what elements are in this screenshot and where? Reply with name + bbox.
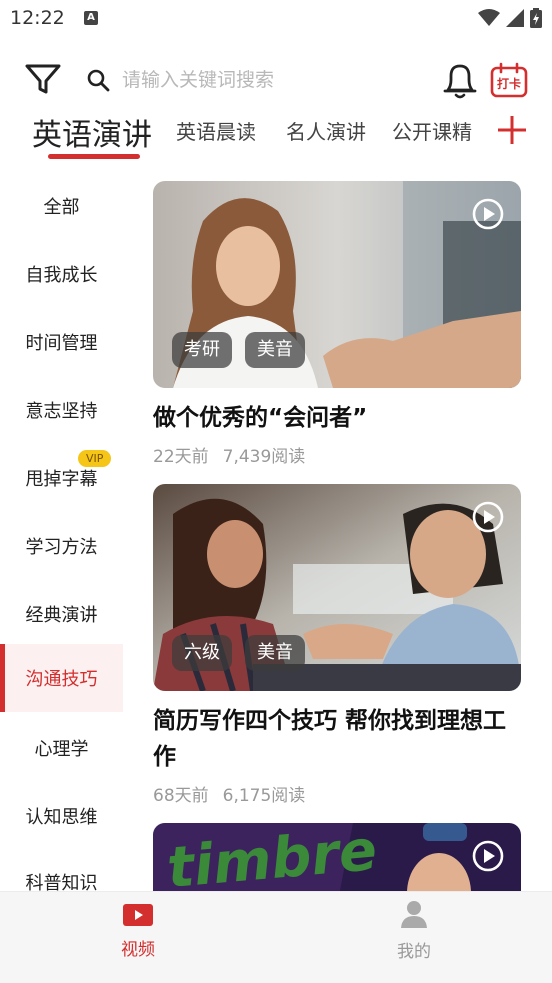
- video-reads: 6,175阅读: [222, 786, 306, 806]
- sidebar-item-label: 全部: [43, 197, 80, 218]
- nav-label: 我的: [397, 942, 431, 962]
- tag-label: 考研: [172, 332, 232, 368]
- bottom-nav: 视频 我的: [0, 891, 552, 983]
- sidebar-item-all[interactable]: 全部: [0, 172, 123, 240]
- play-icon[interactable]: [472, 198, 504, 230]
- bell-icon[interactable]: [442, 60, 478, 100]
- video-thumbnail[interactable]: 考研 美音: [153, 181, 521, 388]
- sidebar-item-classic-speeches[interactable]: 经典演讲: [0, 580, 123, 648]
- sidebar-item-label: 自我成长: [25, 265, 98, 286]
- tab-open-course[interactable]: 公开课精: [392, 116, 472, 145]
- video-meta: 22天前 7,439阅读: [153, 442, 521, 467]
- status-icons: [478, 8, 542, 28]
- category-tabs: 英语演讲 英语晨读 名人演讲 公开课精: [0, 108, 552, 164]
- status-bar: 12:22 A: [0, 0, 552, 38]
- status-time: 12:22: [10, 7, 65, 29]
- active-tab-indicator: [48, 154, 140, 159]
- play-icon[interactable]: [472, 501, 504, 533]
- battery-icon: [530, 8, 542, 28]
- sidebar-item-label: 学习方法: [25, 537, 98, 558]
- add-tab-icon[interactable]: [496, 114, 528, 146]
- video-meta: 68天前 6,175阅读: [153, 781, 521, 806]
- tab-celebrity-speech[interactable]: 名人演讲: [286, 116, 366, 145]
- sidebar-item-self-growth[interactable]: 自我成长: [0, 240, 123, 308]
- signal-icon: [506, 9, 524, 27]
- nav-item-profile[interactable]: 我的: [364, 900, 464, 962]
- video-icon: [123, 904, 153, 926]
- header: 打卡: [0, 52, 552, 108]
- video-reads: 7,439阅读: [222, 447, 306, 467]
- thumbnail-text: timbre: [164, 823, 380, 891]
- tab-english-morning-reading[interactable]: 英语晨读: [176, 116, 256, 145]
- nav-label: 视频: [121, 940, 155, 960]
- sidebar-item-willpower[interactable]: 意志坚持: [0, 376, 123, 444]
- checkin-label: 打卡: [496, 77, 521, 91]
- video-card[interactable]: 考研 美音 做个优秀的“会问者” 22天前 7,439阅读: [153, 181, 521, 467]
- sidebar-item-label: 时间管理: [25, 333, 98, 354]
- vip-badge: VIP: [78, 450, 112, 467]
- play-icon[interactable]: [472, 840, 504, 872]
- sidebar-item-label: 意志坚持: [25, 401, 98, 422]
- sidebar-item-label: 甩掉字幕: [25, 469, 98, 490]
- tag-label: 六级: [172, 635, 232, 671]
- sidebar-item-label: 心理学: [34, 739, 89, 760]
- sidebar-item-label: 沟通技巧: [25, 669, 98, 690]
- sidebar-item-label: 认知思维: [25, 807, 98, 828]
- sidebar-item-communication-skills[interactable]: 沟通技巧: [0, 644, 123, 712]
- search-icon: [87, 69, 110, 92]
- wifi-icon: [478, 9, 500, 26]
- video-thumbnail[interactable]: timbre: [153, 823, 521, 891]
- sidebar: 全部 自我成长 时间管理 意志坚持 甩掉字幕 VIP 学习方法 经典演讲 沟通技…: [0, 172, 123, 894]
- tag-label: 美音: [245, 332, 305, 368]
- tab-english-speech[interactable]: 英语演讲: [32, 110, 152, 154]
- sidebar-item-time-management[interactable]: 时间管理: [0, 308, 123, 376]
- sidebar-item-study-methods[interactable]: 学习方法: [0, 512, 123, 580]
- video-card[interactable]: timbre: [153, 823, 521, 891]
- notification-a-icon: A: [84, 11, 98, 25]
- user-icon: [401, 901, 427, 928]
- search-input[interactable]: [122, 64, 412, 96]
- video-title[interactable]: 做个优秀的“会问者”: [153, 400, 521, 436]
- sidebar-item-no-subtitles[interactable]: 甩掉字幕 VIP: [0, 444, 123, 512]
- sidebar-item-label: 经典演讲: [25, 605, 98, 626]
- video-time: 68天前: [153, 786, 209, 806]
- video-title[interactable]: 简历写作四个技巧 帮你找到理想工作: [153, 703, 521, 775]
- checkin-calendar-icon[interactable]: 打卡: [490, 62, 528, 98]
- sidebar-item-psychology[interactable]: 心理学: [0, 714, 123, 782]
- video-thumbnail[interactable]: 六级 美音: [153, 484, 521, 691]
- filter-icon[interactable]: [24, 62, 62, 96]
- video-card[interactable]: 六级 美音 简历写作四个技巧 帮你找到理想工作 68天前 6,175阅读: [153, 484, 521, 806]
- video-time: 22天前: [153, 447, 209, 467]
- sidebar-item-cognitive-thinking[interactable]: 认知思维: [0, 782, 123, 850]
- tag-label: 美音: [245, 635, 305, 671]
- nav-item-video[interactable]: 视频: [88, 900, 188, 960]
